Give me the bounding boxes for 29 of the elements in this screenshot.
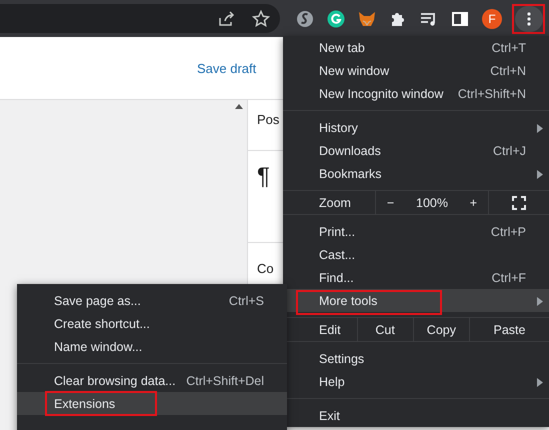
menu-item[interactable]: New window Ctrl+N xyxy=(283,59,549,82)
menu-item[interactable]: Find... Ctrl+F xyxy=(283,266,549,289)
share-icon[interactable] xyxy=(217,10,235,28)
side-panel-icon[interactable] xyxy=(451,10,469,28)
zoom-in-button[interactable]: + xyxy=(470,196,478,210)
menu-item[interactable]: Create shortcut... xyxy=(17,312,287,335)
extension-logo-icon[interactable] xyxy=(327,10,345,28)
more-icon xyxy=(527,12,531,26)
fox-icon[interactable] xyxy=(358,10,376,28)
menu-item[interactable]: Bookmarks xyxy=(283,162,549,185)
panel-text: Co xyxy=(257,261,274,276)
menu-item[interactable]: Downloads Ctrl+J xyxy=(283,139,549,162)
menu-item[interactable]: New Incognito window Ctrl+Shift+N xyxy=(283,82,549,105)
scroll-up-icon[interactable] xyxy=(235,104,243,109)
edit-label: Edit xyxy=(318,322,342,338)
profile-avatar[interactable]: F xyxy=(482,8,502,28)
menu-item[interactable]: History xyxy=(283,116,549,139)
zoom-label: Zoom xyxy=(318,194,352,212)
menu-item[interactable]: Print... Ctrl+P xyxy=(283,220,549,243)
fullscreen-icon[interactable] xyxy=(512,196,526,210)
menu-item[interactable]: Cast... xyxy=(283,243,549,266)
panel-text: Pos xyxy=(257,112,280,127)
header-link[interactable]: Save draft xyxy=(197,60,256,76)
menu-item[interactable]: Extensions xyxy=(17,392,287,415)
star-icon[interactable] xyxy=(252,10,270,28)
zoom-level: 100% xyxy=(416,196,448,210)
zoom-out-button[interactable]: − xyxy=(386,196,394,210)
menu-item[interactable]: New tab Ctrl+T xyxy=(283,36,549,59)
panel-text: ¶ xyxy=(257,163,270,191)
